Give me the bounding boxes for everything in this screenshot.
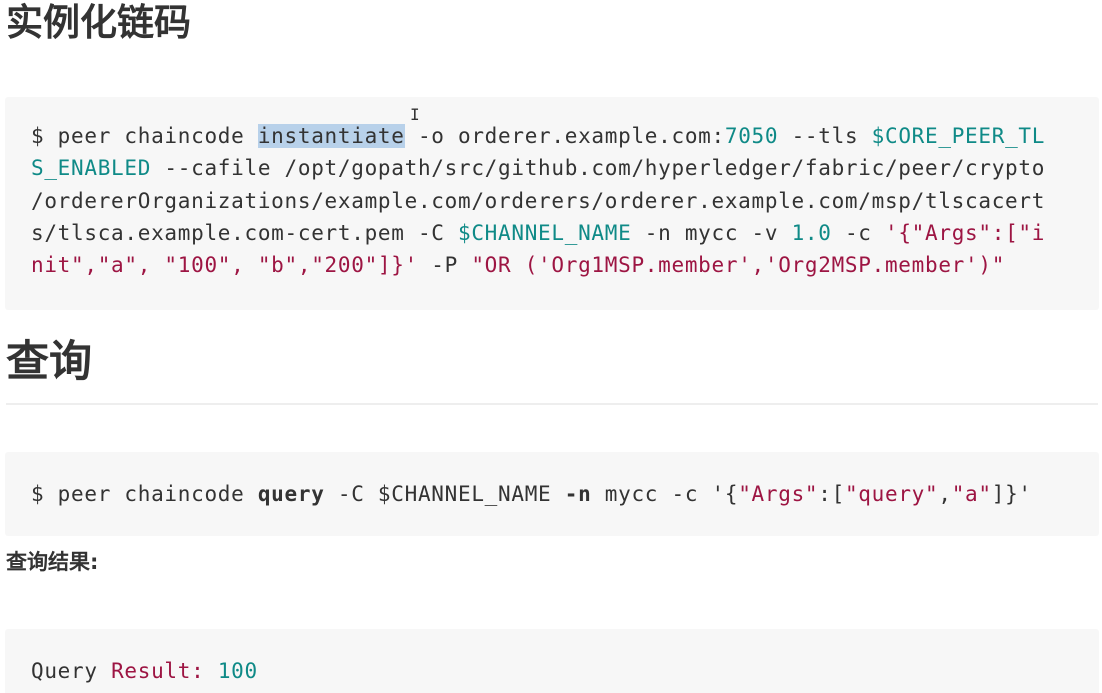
code-line: $ peer chaincode instantiate -o orderer.… <box>31 120 1099 152</box>
code-variable-token: $CORE_PEER_TL <box>871 124 1046 148</box>
code-bold-token: -n <box>564 482 592 506</box>
code-token: --tls <box>778 124 872 148</box>
code-string-token: "OR ('Org1MSP.member','Org2MSP.member')" <box>471 253 1006 278</box>
code-bold-token: query <box>257 482 325 506</box>
code-token: $ peer chaincode <box>31 124 258 148</box>
code-variable-token: $CHANNEL_NAME <box>457 220 632 245</box>
code-number-token: 7050 <box>724 124 779 148</box>
code-token: mycc -c '{ <box>591 482 739 506</box>
code-keyword-token: instantiate <box>257 124 405 148</box>
code-token: :[ <box>818 482 845 506</box>
code-token: --cafile /opt/gopath/src/github.com/hype… <box>151 156 1046 181</box>
code-token: s/tlsca.example.com-cert.pem -C <box>31 220 458 245</box>
code-token: -o orderer.example.com: <box>404 124 725 148</box>
code-token: /ordererOrganizations/example.com/ordere… <box>31 188 1046 213</box>
code-line: nit","a", "100", "b","200"]}' -P "OR ('O… <box>31 249 1099 281</box>
instantiate-chaincode-heading: 实例化链码 <box>6 1 191 44</box>
code-line: /ordererOrganizations/example.com/ordere… <box>31 185 1099 217</box>
code-line: Query Result: 100 <box>31 655 1099 687</box>
instantiate-code-block[interactable]: $ peer chaincode instantiate -o orderer.… <box>5 97 1099 310</box>
document-page: 实例化链码 $ peer chaincode instantiate -o or… <box>0 0 1102 693</box>
code-string-token: "Args" <box>738 482 819 506</box>
query-result-heading: 查询结果: <box>6 550 99 574</box>
code-token: , <box>938 482 952 506</box>
code-token: ]}' <box>991 482 1032 506</box>
code-token: -n mycc -v <box>631 220 792 245</box>
code-string-token: "a" <box>951 482 992 506</box>
text-cursor-icon: I <box>410 105 420 124</box>
code-line: S_ENABLED --cafile /opt/gopath/src/githu… <box>31 152 1099 184</box>
code-string-token: nit","a", "100", "b","200"]}' <box>31 253 418 278</box>
code-token: -P <box>417 253 472 278</box>
code-string-token: "query" <box>844 482 939 506</box>
code-token: -c <box>831 220 885 245</box>
code-string-token: '{"Args":["i <box>884 220 1046 245</box>
query-code-block[interactable]: $ peer chaincode query -C $CHANNEL_NAME … <box>5 452 1099 536</box>
code-token: $ peer chaincode <box>31 482 258 506</box>
code-token: Query <box>31 659 112 683</box>
code-token: -C $CHANNEL_NAME <box>324 482 565 506</box>
query-heading: 查询 <box>6 337 92 387</box>
code-number-token: 100 <box>217 659 258 683</box>
heading-divider <box>6 403 1098 405</box>
code-number-token: 1.0 <box>791 220 832 245</box>
code-string-token: Result: <box>111 659 205 683</box>
code-line: $ peer chaincode query -C $CHANNEL_NAME … <box>31 478 1099 510</box>
query-result-code-block[interactable]: Query Result: 100 <box>5 629 1099 693</box>
code-variable-token: S_ENABLED <box>31 156 152 181</box>
code-line: s/tlsca.example.com-cert.pem -C $CHANNEL… <box>31 217 1099 249</box>
